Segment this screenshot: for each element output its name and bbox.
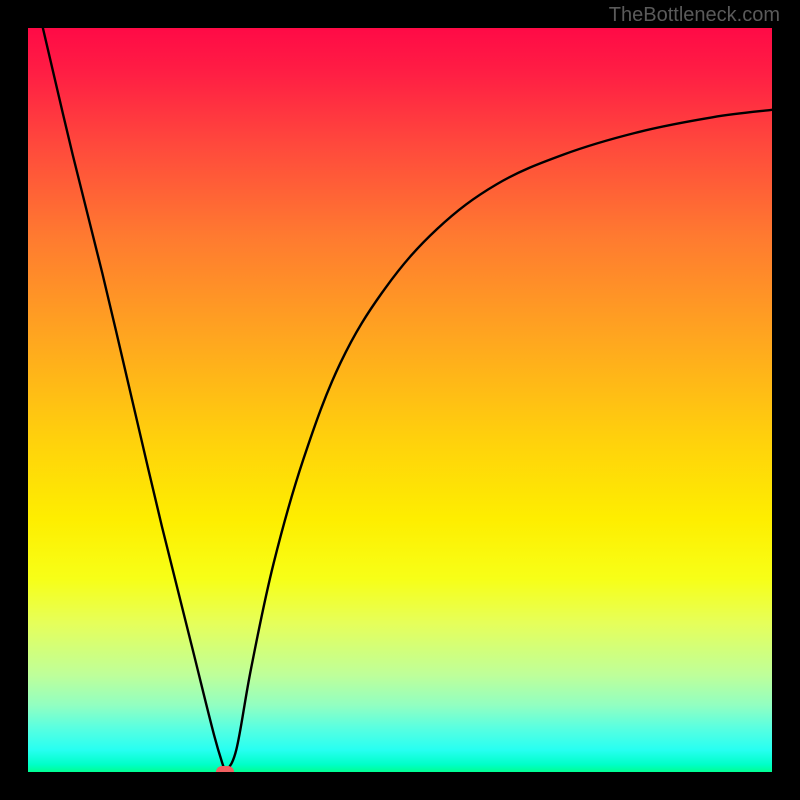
optimal-point-marker	[216, 766, 234, 772]
curve-svg	[28, 28, 772, 772]
bottleneck-curve	[43, 28, 772, 772]
plot-frame	[28, 28, 772, 772]
plot-area	[28, 28, 772, 772]
watermark-text: TheBottleneck.com	[609, 4, 780, 27]
